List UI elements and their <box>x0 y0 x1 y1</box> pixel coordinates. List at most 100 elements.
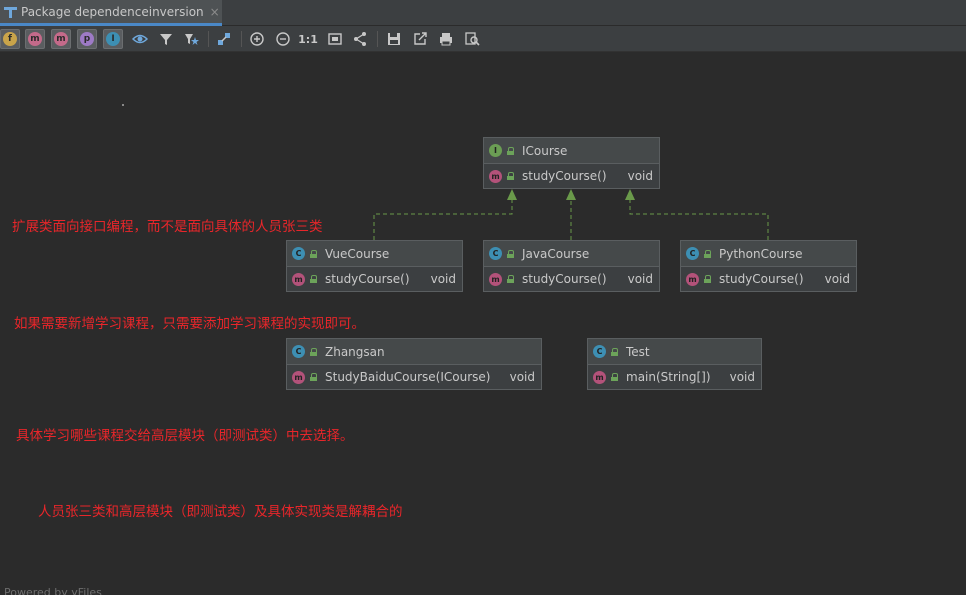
share-button[interactable] <box>350 29 370 49</box>
node-pythoncourse[interactable]: C PythonCourse m studyCourse() void <box>680 240 857 292</box>
method-row[interactable]: m studyCourse() void <box>681 267 856 291</box>
return-type: void <box>627 169 653 183</box>
class-icon: C <box>489 247 502 260</box>
node-vuecourse[interactable]: C VueCourse m studyCourse() void <box>286 240 463 292</box>
edge-vuecourse-icourse <box>373 198 513 240</box>
public-icon <box>611 347 618 356</box>
method-icon: m <box>489 272 502 286</box>
method-row[interactable]: m studyCourse() void <box>484 164 659 188</box>
public-icon <box>507 249 514 258</box>
arrowhead-javacourse <box>566 189 576 200</box>
share-icon <box>354 32 366 46</box>
star-filter-icon <box>185 34 199 45</box>
method-name: studyCourse() <box>522 169 607 183</box>
note-annotation: 人员张三类和高层模块（即测试类）及具体实现类是解耦合的 <box>38 504 403 520</box>
public-icon <box>507 172 514 180</box>
diagram-canvas[interactable]: I ICourse m studyCourse() void C VueCour… <box>0 53 966 595</box>
inner-class-icon: I <box>106 32 120 46</box>
layout-icon <box>218 33 230 45</box>
save-icon <box>388 33 400 45</box>
method-row[interactable]: m studyCourse() void <box>484 267 659 291</box>
arrowhead-vuecourse <box>507 189 517 200</box>
method-name: studyCourse() <box>719 272 804 286</box>
zoom-out-icon <box>276 32 290 46</box>
method-name: StudyBaiduCourse(ICourse) <box>325 370 491 384</box>
toolbar-separator <box>377 31 378 47</box>
show-constructors-button[interactable]: m <box>25 29 45 49</box>
edge-pythoncourse-icourse <box>629 198 769 240</box>
public-icon <box>310 249 317 258</box>
filter-button[interactable] <box>156 29 176 49</box>
note-annotation: 扩展类面向接口编程，而不是面向具体的人员张三类 <box>12 219 323 235</box>
public-icon <box>611 373 618 381</box>
node-header: C VueCourse <box>287 241 462 267</box>
static-method-icon: m <box>593 370 606 384</box>
public-icon <box>310 373 317 381</box>
public-icon <box>704 275 711 283</box>
node-header: C Zhangsan <box>287 339 541 365</box>
eye-icon <box>132 34 148 44</box>
zoom-in-icon <box>250 32 264 46</box>
toolbar-separator <box>241 31 242 47</box>
node-icourse[interactable]: I ICourse m studyCourse() void <box>483 137 660 189</box>
method-row[interactable]: m StudyBaiduCourse(ICourse) void <box>287 365 541 389</box>
runnable-class-icon: C <box>593 345 606 358</box>
return-type: void <box>729 370 755 384</box>
class-icon: C <box>292 247 305 260</box>
node-header: C PythonCourse <box>681 241 856 267</box>
method-icon: m <box>54 32 68 46</box>
filter-icon <box>160 34 172 45</box>
node-title: Zhangsan <box>325 344 385 359</box>
layout-button[interactable] <box>214 29 234 49</box>
fit-content-button[interactable] <box>325 29 345 49</box>
print-preview-button[interactable] <box>462 29 482 49</box>
return-type: void <box>509 370 535 384</box>
method-icon: m <box>292 272 305 286</box>
node-javacourse[interactable]: C JavaCourse m studyCourse() void <box>483 240 660 292</box>
property-icon: p <box>80 32 94 46</box>
note-annotation: 具体学习哪些课程交给高层模块（即测试类）中去选择。 <box>16 428 354 444</box>
zoom-in-button[interactable] <box>247 29 267 49</box>
fit-content-icon <box>328 33 342 45</box>
tab-package-diagram[interactable]: Package dependenceinversion × <box>0 0 222 26</box>
diagram-icon <box>4 6 17 18</box>
class-icon: C <box>292 345 305 358</box>
zoom-out-button[interactable] <box>273 29 293 49</box>
actual-size-button[interactable]: 1:1 <box>298 29 318 49</box>
node-test[interactable]: C Test m main(String[]) void <box>587 338 762 390</box>
public-icon <box>507 275 514 283</box>
tab-title: Package dependenceinversion <box>21 4 204 19</box>
close-icon[interactable]: × <box>210 5 220 19</box>
show-fields-button[interactable]: f <box>0 29 20 49</box>
print-button[interactable] <box>436 29 456 49</box>
show-methods-button[interactable]: m <box>51 29 71 49</box>
method-name: studyCourse() <box>325 272 410 286</box>
export-button[interactable] <box>410 29 430 49</box>
export-icon <box>414 32 427 45</box>
return-type: void <box>824 272 850 286</box>
show-dependencies-button[interactable] <box>181 29 201 49</box>
method-icon: m <box>686 272 699 286</box>
return-type: void <box>627 272 653 286</box>
public-icon <box>507 146 514 155</box>
save-button[interactable] <box>384 29 404 49</box>
editor-tab-bar: Package dependenceinversion × <box>0 0 966 26</box>
toolbar-separator <box>208 31 209 47</box>
method-name: main(String[]) <box>626 370 711 384</box>
node-zhangsan[interactable]: C Zhangsan m StudyBaiduCourse(ICourse) v… <box>286 338 542 390</box>
method-row[interactable]: m main(String[]) void <box>588 365 761 389</box>
show-inner-classes-button[interactable]: I <box>103 29 123 49</box>
node-title: VueCourse <box>325 246 390 261</box>
method-icon: m <box>489 169 502 183</box>
return-type: void <box>430 272 456 286</box>
node-title: ICourse <box>522 143 568 158</box>
method-name: studyCourse() <box>522 272 607 286</box>
print-icon <box>440 33 452 46</box>
show-properties-button[interactable]: p <box>77 29 97 49</box>
node-header: C Test <box>588 339 761 365</box>
field-icon: f <box>3 32 17 46</box>
visibility-button[interactable] <box>130 29 150 49</box>
public-icon <box>704 249 711 258</box>
node-title: PythonCourse <box>719 246 803 261</box>
method-row[interactable]: m studyCourse() void <box>287 267 462 291</box>
